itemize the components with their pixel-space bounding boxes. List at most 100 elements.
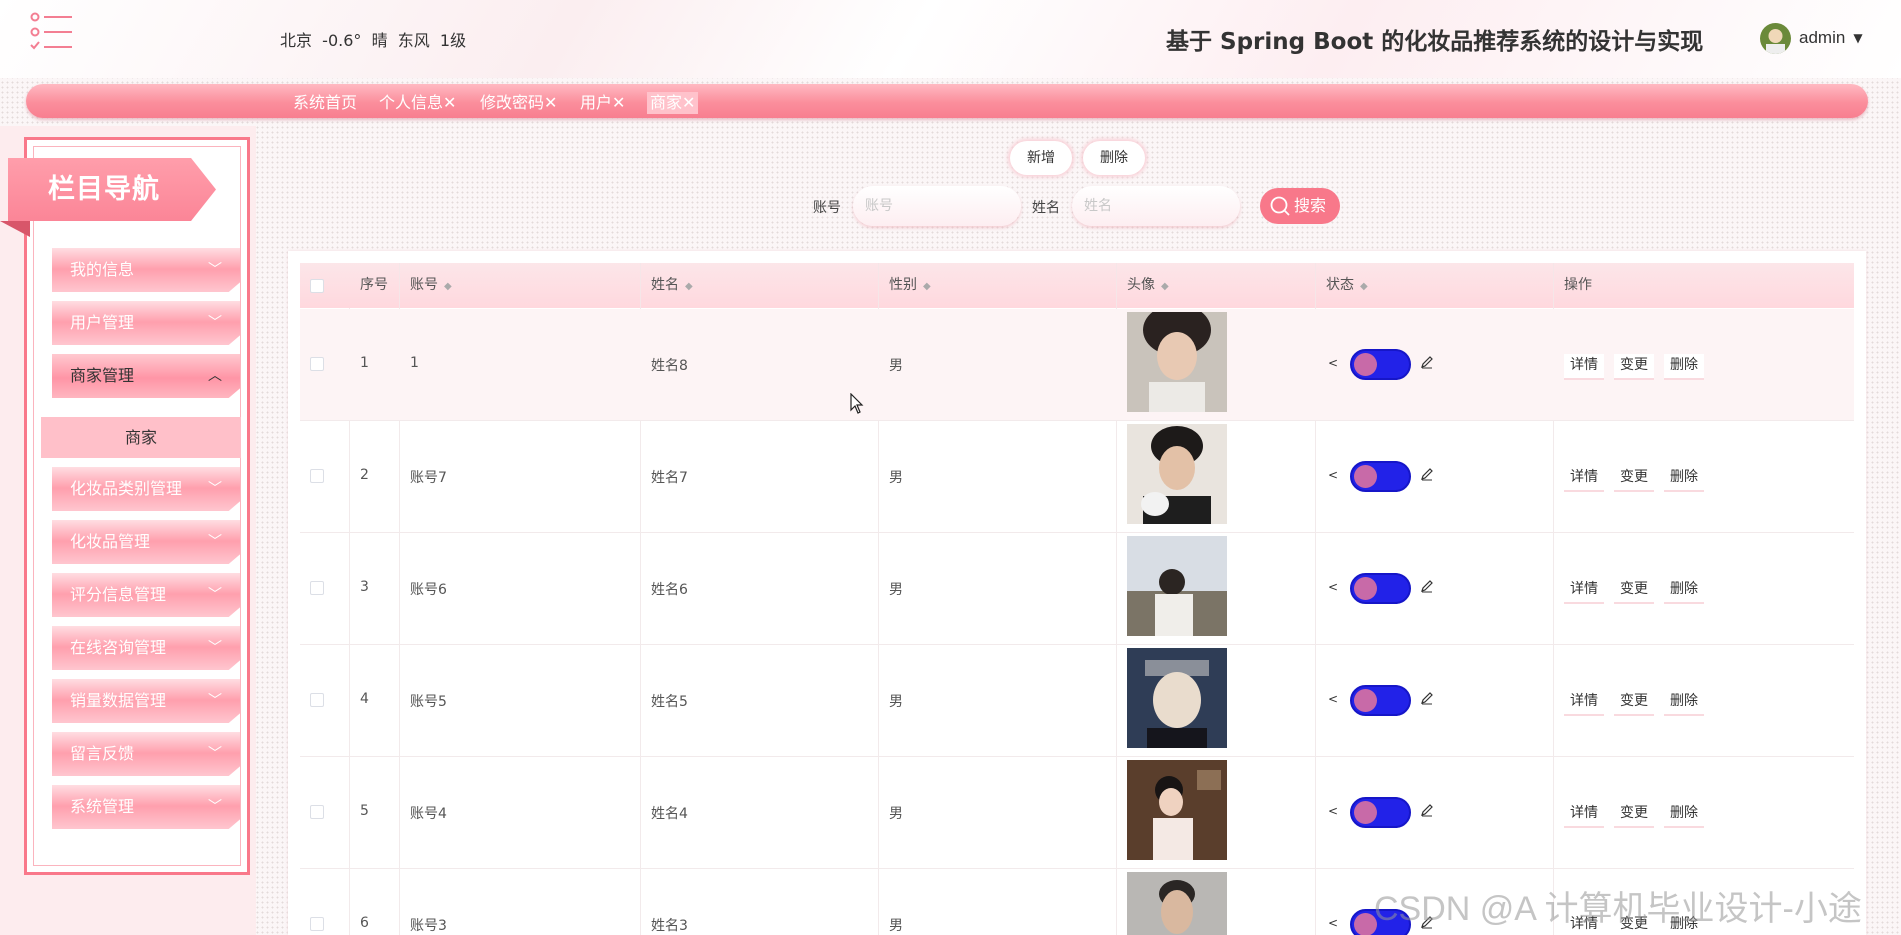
detail-button[interactable]: 详情: [1564, 354, 1604, 380]
avatar-image[interactable]: [1127, 424, 1227, 524]
row-checkbox[interactable]: [310, 805, 324, 819]
sidebar-subitem-merchant[interactable]: 商家: [41, 417, 241, 458]
row-delete-button[interactable]: 删除: [1664, 354, 1704, 380]
row-checkbox[interactable]: [310, 917, 324, 931]
user-avatar: [1760, 22, 1791, 54]
header-index: 序号: [350, 263, 400, 308]
share-icon[interactable]: <: [1328, 804, 1338, 818]
header-gender[interactable]: 性别 ◆: [879, 263, 1117, 308]
detail-button[interactable]: 详情: [1564, 578, 1604, 604]
sidebar-item-user-mgmt[interactable]: 用户管理 ﹀: [52, 301, 240, 345]
row-delete-button[interactable]: 删除: [1664, 466, 1704, 492]
tab-merchant[interactable]: 商家✕: [647, 92, 699, 114]
cell-index: 2: [360, 467, 369, 483]
status-toggle[interactable]: [1350, 349, 1411, 380]
row-delete-button[interactable]: 删除: [1664, 690, 1704, 716]
menu-toggle-icon[interactable]: [28, 12, 76, 52]
header-status-label: 状态: [1326, 277, 1354, 293]
sort-icon[interactable]: ◆: [923, 281, 931, 292]
sidebar-item-feedback[interactable]: 留言反馈 ﹀: [52, 732, 240, 776]
avatar-image[interactable]: [1127, 760, 1227, 860]
account-search-input[interactable]: [853, 186, 1021, 226]
cell-account: 账号6: [410, 582, 447, 598]
share-icon[interactable]: <: [1328, 916, 1338, 930]
header-avatar[interactable]: 头像 ◆: [1117, 263, 1316, 308]
search-button[interactable]: 搜索: [1260, 188, 1340, 224]
sidebar-item-my-info[interactable]: 我的信息 ﹀: [52, 248, 240, 292]
system-title: 基于 Spring Boot 的化妆品推荐系统的设计与实现: [1166, 29, 1704, 55]
user-menu[interactable]: admin ▼: [1760, 22, 1863, 54]
caret-down-icon: ▼: [1853, 31, 1863, 45]
cell-account: 账号4: [410, 806, 447, 822]
change-button[interactable]: 变更: [1614, 466, 1654, 492]
delete-button[interactable]: 删除: [1083, 141, 1145, 175]
header-name[interactable]: 姓名 ◆: [641, 263, 879, 308]
avatar-image[interactable]: [1127, 536, 1227, 636]
row-checkbox[interactable]: [310, 357, 324, 371]
edit-icon[interactable]: [1420, 355, 1434, 373]
edit-icon[interactable]: [1420, 579, 1434, 597]
sidebar-item-consult-mgmt[interactable]: 在线咨询管理 ﹀: [52, 626, 240, 670]
change-button[interactable]: 变更: [1614, 354, 1654, 380]
sidebar-item-cosmetic-mgmt[interactable]: 化妆品管理 ﹀: [52, 520, 240, 564]
cell-account: 账号3: [410, 918, 447, 934]
chevron-down-icon: ﹀: [208, 262, 222, 278]
avatar-image[interactable]: [1127, 872, 1227, 935]
edit-icon[interactable]: [1420, 803, 1434, 821]
cell-index: 6: [360, 915, 369, 931]
tab-password[interactable]: 修改密码✕: [477, 92, 560, 114]
tab-profile[interactable]: 个人信息✕: [376, 92, 459, 114]
avatar-image[interactable]: [1127, 648, 1227, 748]
status-toggle[interactable]: [1350, 461, 1411, 492]
cell-name: 姓名7: [651, 470, 688, 486]
row-checkbox[interactable]: [310, 469, 324, 483]
sidebar-item-sales-mgmt[interactable]: 销量数据管理 ﹀: [52, 679, 240, 723]
cell-name: 姓名5: [651, 694, 688, 710]
top-header: 北京 -0.6° 晴 东风 1级 基于 Spring Boot 的化妆品推荐系统…: [0, 0, 1901, 78]
change-button[interactable]: 变更: [1614, 802, 1654, 828]
detail-button[interactable]: 详情: [1564, 466, 1604, 492]
status-toggle[interactable]: [1350, 797, 1411, 828]
chevron-up-icon: ︿: [208, 368, 222, 384]
sidebar-item-category-mgmt[interactable]: 化妆品类别管理 ﹀: [52, 467, 240, 511]
row-delete-button[interactable]: 删除: [1664, 802, 1704, 828]
row-checkbox[interactable]: [310, 581, 324, 595]
change-button[interactable]: 变更: [1614, 690, 1654, 716]
sidebar-item-merchant-mgmt[interactable]: 商家管理 ︿: [52, 354, 240, 398]
tab-home[interactable]: 系统首页: [290, 92, 360, 114]
status-toggle[interactable]: [1350, 573, 1411, 604]
sidebar-item-rating-mgmt[interactable]: 评分信息管理 ﹀: [52, 573, 240, 617]
sort-icon[interactable]: ◆: [685, 281, 693, 292]
header-account[interactable]: 账号 ◆: [400, 263, 641, 308]
name-search-input[interactable]: [1072, 186, 1240, 226]
status-toggle[interactable]: [1350, 685, 1411, 716]
avatar-image[interactable]: [1127, 312, 1227, 412]
chevron-down-icon: ﹀: [208, 534, 222, 550]
cell-gender: 男: [889, 470, 903, 486]
row-checkbox[interactable]: [310, 693, 324, 707]
share-icon[interactable]: <: [1328, 692, 1338, 706]
detail-button[interactable]: 详情: [1564, 690, 1604, 716]
cell-gender: 男: [889, 358, 903, 374]
tab-users[interactable]: 用户✕: [577, 92, 628, 114]
row-delete-button[interactable]: 删除: [1664, 578, 1704, 604]
change-button[interactable]: 变更: [1614, 578, 1654, 604]
edit-icon[interactable]: [1420, 467, 1434, 485]
share-icon[interactable]: <: [1328, 468, 1338, 482]
mouse-cursor-icon: [850, 393, 864, 414]
cell-name: 姓名3: [651, 918, 688, 934]
add-button[interactable]: 新增: [1010, 141, 1072, 175]
sidebar-item-label: 评分信息管理: [70, 585, 167, 604]
detail-button[interactable]: 详情: [1564, 802, 1604, 828]
sidebar-item-system-mgmt[interactable]: 系统管理 ﹀: [52, 785, 240, 829]
share-icon[interactable]: <: [1328, 356, 1338, 370]
header-status[interactable]: 状态 ◆: [1316, 263, 1554, 308]
sort-icon[interactable]: ◆: [1161, 281, 1169, 292]
cell-account: 账号5: [410, 694, 447, 710]
edit-icon[interactable]: [1420, 691, 1434, 709]
sort-icon[interactable]: ◆: [444, 281, 452, 292]
select-all-checkbox[interactable]: [310, 279, 324, 293]
toggle-knob: [1354, 577, 1377, 600]
share-icon[interactable]: <: [1328, 580, 1338, 594]
sort-icon[interactable]: ◆: [1360, 281, 1368, 292]
